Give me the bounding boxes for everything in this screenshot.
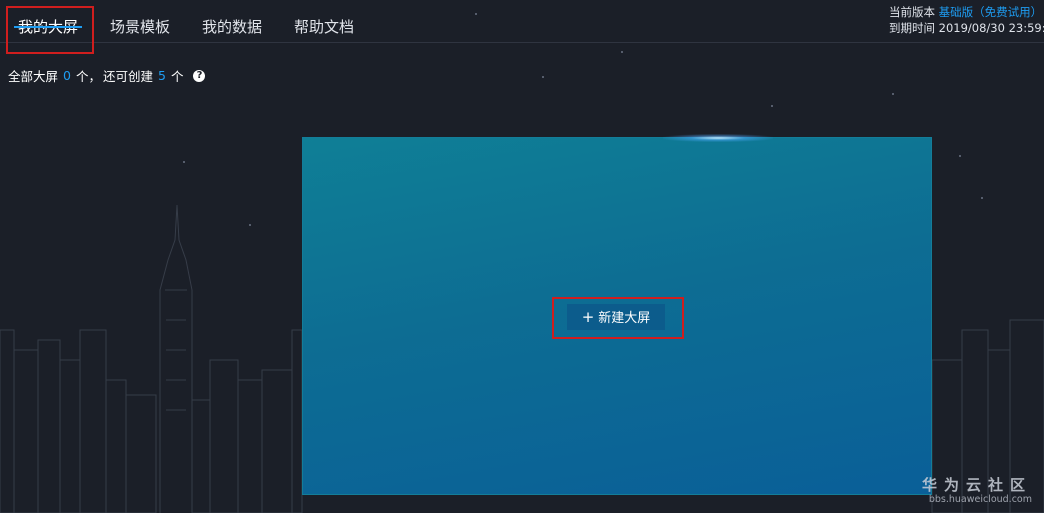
top-navigation-bar: 我的大屏 场景模板 我的数据 帮助文档 当前版本 基础版（免费试用） 到期时间 … bbox=[0, 0, 1044, 43]
unit-label-2: 个 bbox=[170, 69, 184, 84]
watermark-title: 华为云社区 bbox=[921, 476, 1032, 494]
remaining-count: 5 bbox=[158, 68, 166, 83]
new-screen-card[interactable]: + 新建大屏 bbox=[303, 134, 931, 494]
version-info: 当前版本 基础版（免费试用） 到期时间 2019/08/30 23:59:59 bbox=[889, 4, 1044, 36]
total-label: 全部大屏 bbox=[8, 69, 59, 84]
expire-label: 到期时间 bbox=[889, 21, 935, 35]
remaining-label: 还可创建 bbox=[102, 69, 153, 84]
screen-count-summary: 全部大屏 0 个， 还可创建 5 个 ? bbox=[8, 66, 206, 85]
tab-list: 我的大屏 场景模板 我的数据 帮助文档 bbox=[8, 0, 376, 42]
total-count: 0 bbox=[63, 68, 71, 83]
question-circle-icon[interactable]: ? bbox=[193, 69, 206, 82]
create-screen-label: 新建大屏 bbox=[598, 311, 651, 326]
card-glow-decoration bbox=[663, 134, 773, 142]
tab-help-docs[interactable]: 帮助文档 bbox=[284, 0, 364, 42]
plus-icon: + bbox=[581, 308, 595, 326]
expire-value: 2019/08/30 23:59:59 bbox=[938, 21, 1044, 35]
tab-my-screens[interactable]: 我的大屏 bbox=[8, 0, 88, 42]
tab-my-data[interactable]: 我的数据 bbox=[192, 0, 272, 42]
version-plan-link[interactable]: 基础版（免费试用） bbox=[939, 5, 1043, 19]
tab-scene-templates[interactable]: 场景模板 bbox=[100, 0, 180, 42]
create-screen-button[interactable]: + 新建大屏 bbox=[567, 304, 665, 330]
version-label: 当前版本 bbox=[889, 5, 935, 19]
watermark: 华为云社区 bbs.huaweicloud.com bbox=[922, 474, 1032, 505]
unit-label-1: 个， bbox=[75, 69, 101, 84]
watermark-url: bbs.huaweicloud.com bbox=[928, 494, 1032, 505]
